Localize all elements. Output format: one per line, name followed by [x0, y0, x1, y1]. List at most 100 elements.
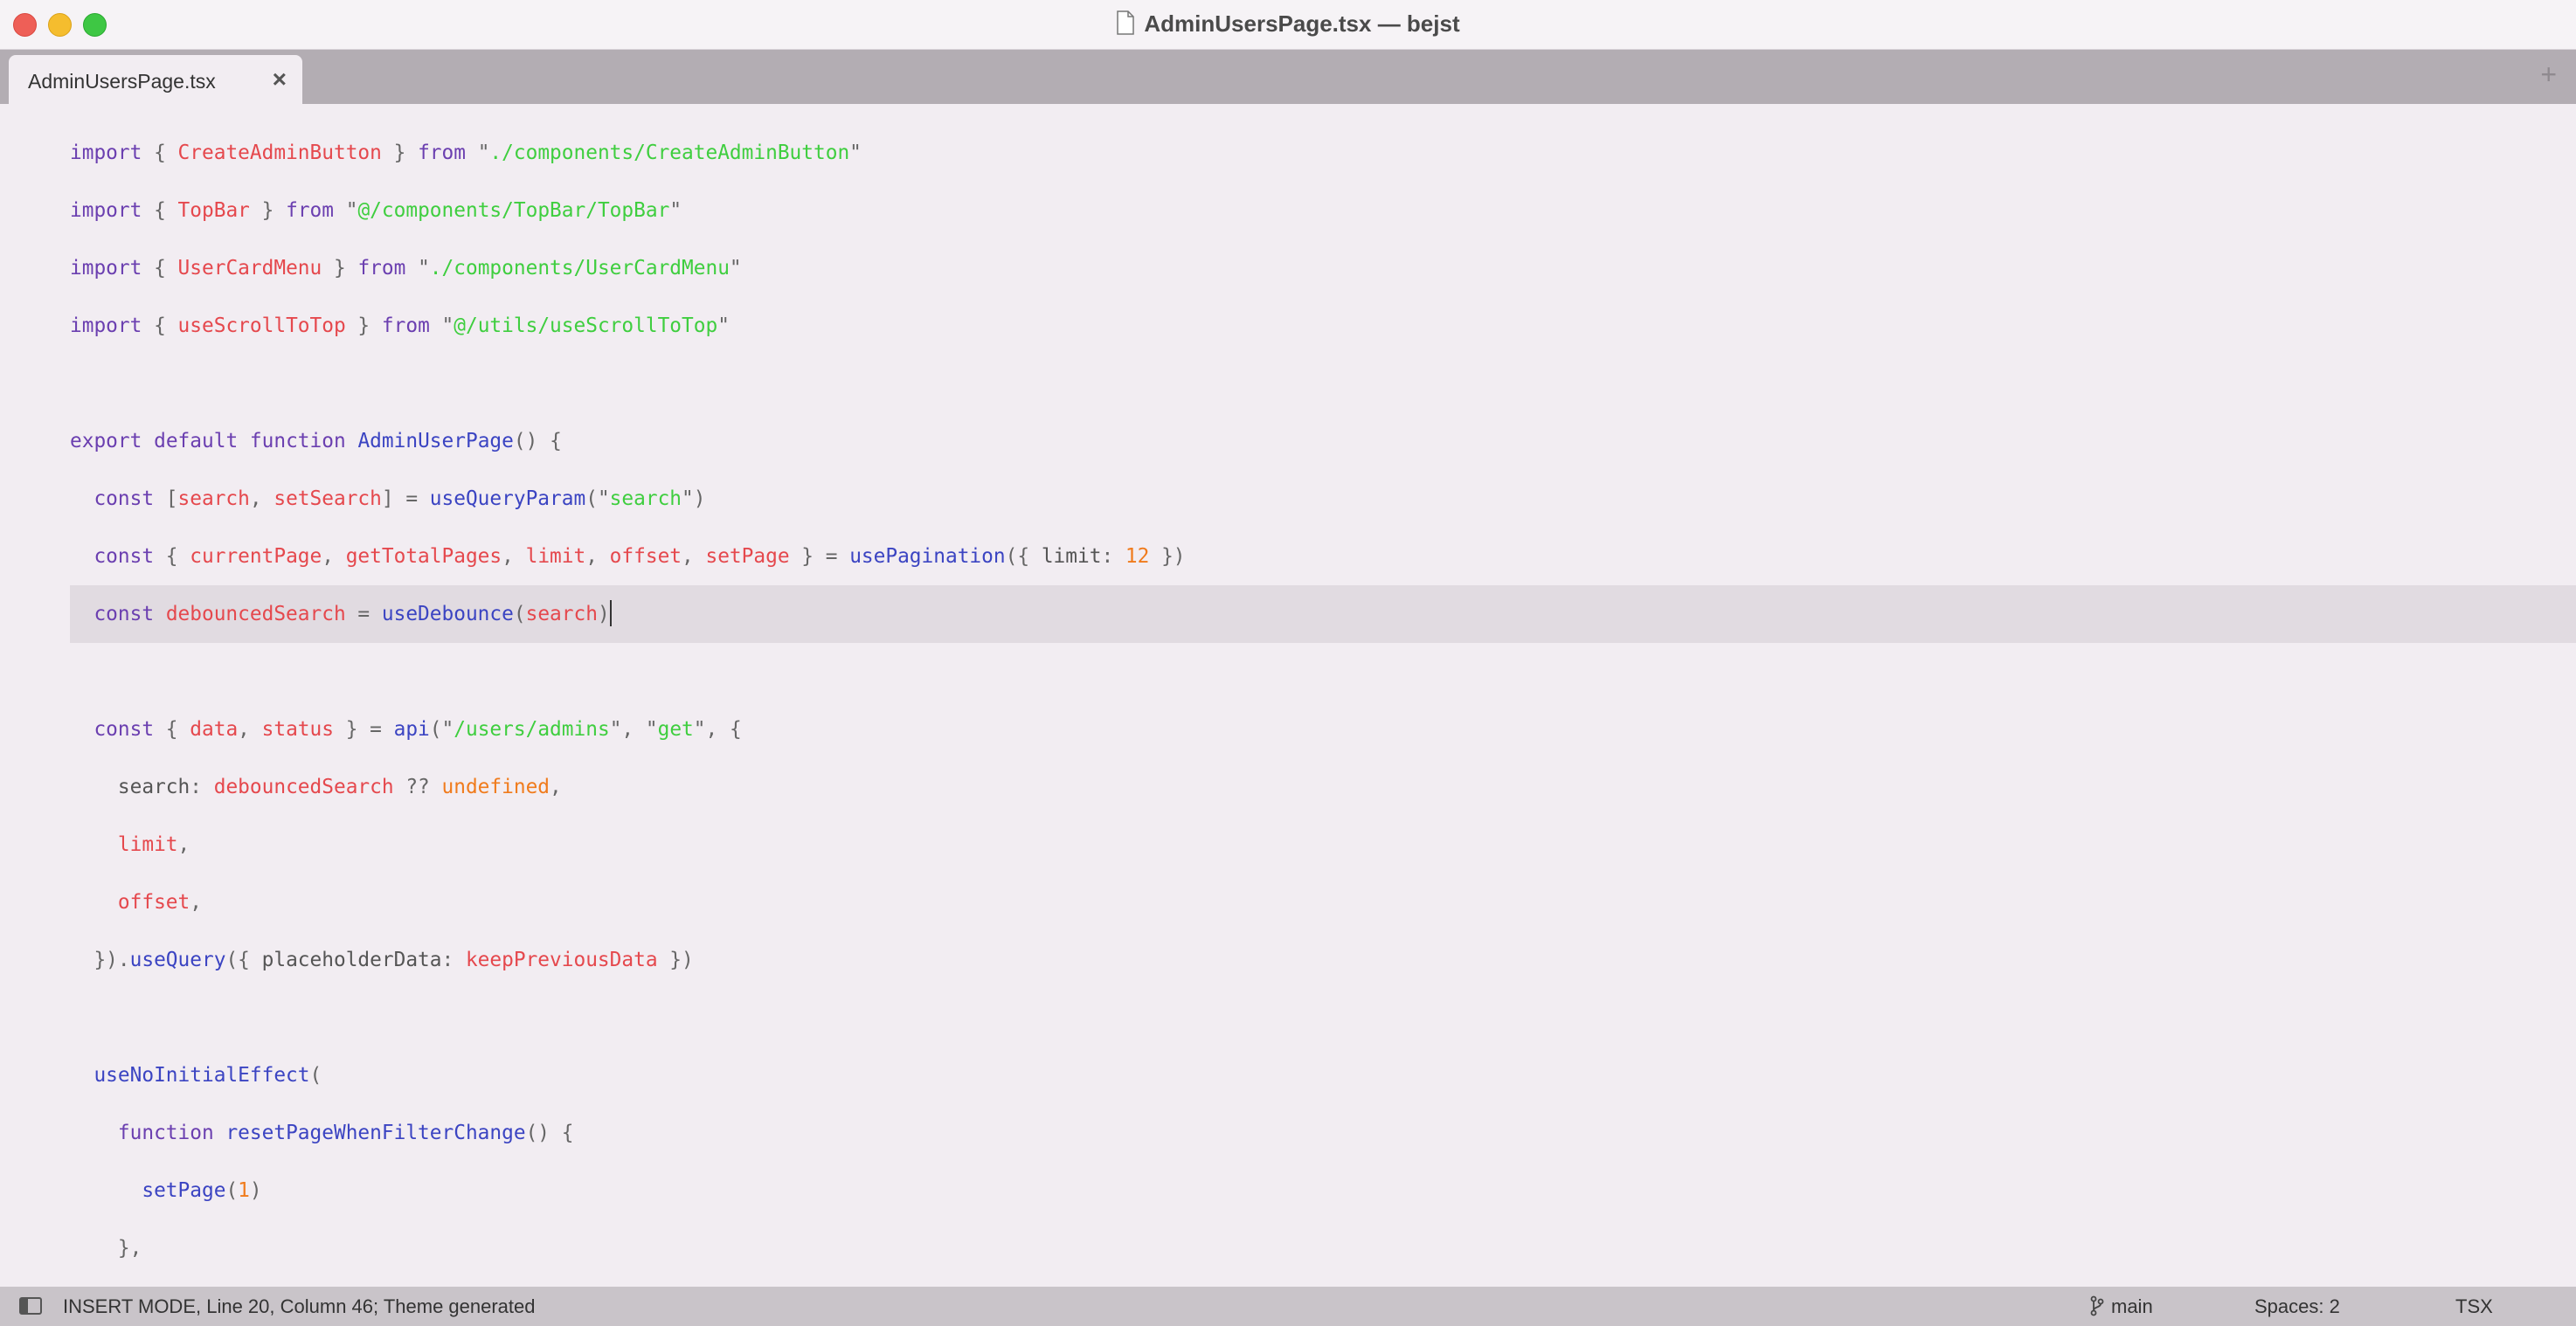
- code-token: useDebounce: [381, 603, 514, 625]
- code-token: get: [657, 718, 694, 741]
- close-tab-icon[interactable]: ×: [273, 66, 287, 93]
- code-token: import: [70, 314, 142, 337]
- code-token: debouncedSearch: [213, 776, 394, 798]
- code-line[interactable]: import { CreateAdminButton } from "./com…: [70, 124, 862, 182]
- code-token: ,: [682, 545, 706, 568]
- code-token: limit: [525, 545, 586, 568]
- branch-name: main: [2111, 1295, 2153, 1317]
- code-line[interactable]: offset,: [70, 874, 202, 931]
- tab-bar: AdminUsersPage.tsx × +: [0, 50, 2576, 104]
- code-line[interactable]: const { currentPage, getTotalPages, limi…: [70, 528, 1185, 585]
- code-line[interactable]: import { TopBar } from "@/components/Top…: [70, 182, 682, 239]
- code-token: status: [261, 718, 334, 741]
- code-token: getTotalPages: [345, 545, 502, 568]
- code-token: {: [142, 314, 178, 337]
- code-token: ({: [225, 949, 262, 971]
- code-token: offset: [117, 891, 190, 914]
- code-token: from: [418, 142, 466, 164]
- code-line[interactable]: },: [70, 1219, 142, 1277]
- code-token: ,: [550, 776, 562, 798]
- code-token: limit: [1041, 545, 1102, 568]
- code-line[interactable]: import { UserCardMenu } from "./componen…: [70, 239, 742, 297]
- code-token: =: [345, 603, 382, 625]
- sidebar-toggle-icon[interactable]: [19, 1297, 42, 1315]
- new-tab-button[interactable]: +: [2540, 59, 2557, 91]
- code-token: search: [609, 487, 682, 510]
- code-token: },: [70, 1237, 142, 1260]
- code-token: const: [93, 487, 155, 510]
- code-token: data: [190, 718, 239, 741]
- code-token: {: [142, 199, 178, 222]
- git-branch[interactable]: main: [2090, 1295, 2153, 1322]
- code-token: undefined: [441, 776, 551, 798]
- code-token: ./components/CreateAdminButton: [489, 142, 850, 164]
- code-line-current[interactable]: const debouncedSearch = useDebounce(sear…: [70, 585, 2576, 643]
- code-token: :: [1101, 545, 1125, 568]
- code-token: import: [70, 142, 142, 164]
- indentation-setting[interactable]: Spaces: 2: [2254, 1295, 2340, 1318]
- window-title-text: AdminUsersPage.tsx — bejst: [1144, 10, 1460, 37]
- code-line[interactable]: const [search, setSearch] = useQueryPara…: [70, 470, 705, 528]
- code-line[interactable]: limit,: [70, 816, 190, 874]
- code-token: ({: [1005, 545, 1042, 568]
- code-line[interactable]: function resetPageWhenFilterChange() {: [70, 1104, 574, 1162]
- code-token: ,: [190, 891, 202, 914]
- code-token: export: [70, 430, 142, 452]
- code-token: api: [393, 718, 430, 741]
- code-token: setPage: [142, 1179, 226, 1202]
- code-token: /users/admins: [454, 718, 610, 741]
- code-token: ): [249, 1179, 262, 1202]
- code-token: ,: [322, 545, 346, 568]
- code-line[interactable]: }).useQuery({ placeholderData: keepPrevi…: [70, 931, 694, 989]
- code-token: search: [117, 776, 190, 798]
- code-token: [: [154, 487, 178, 510]
- code-token: currentPage: [190, 545, 322, 568]
- code-line[interactable]: setPage(1): [70, 1162, 262, 1219]
- code-line[interactable]: search: debouncedSearch ?? undefined,: [70, 758, 562, 816]
- code-token: "): [682, 487, 706, 510]
- code-token: AdminUserPage: [357, 430, 514, 452]
- code-token: search: [177, 487, 250, 510]
- code-line[interactable]: export default function AdminUserPage() …: [70, 412, 562, 470]
- code-token: 12: [1125, 545, 1150, 568]
- code-token: ": [849, 142, 862, 164]
- code-token: ": [405, 257, 430, 280]
- tab-admin-users-page[interactable]: AdminUsersPage.tsx ×: [9, 55, 302, 104]
- code-token: ??: [393, 776, 442, 798]
- code-token: from: [286, 199, 334, 222]
- code-line[interactable]: import { useScrollToTop } from "@/utils/…: [70, 297, 730, 355]
- code-token: (": [585, 487, 610, 510]
- code-token: (": [429, 718, 454, 741]
- code-token: ): [597, 603, 610, 625]
- code-token: placeholderData: [261, 949, 442, 971]
- code-token: const: [93, 718, 155, 741]
- code-token: ": [717, 314, 730, 337]
- code-token: }: [322, 257, 358, 280]
- code-editor[interactable]: import { CreateAdminButton } from "./com…: [0, 104, 2576, 1287]
- code-token: TopBar: [177, 199, 250, 222]
- code-token: setPage: [705, 545, 790, 568]
- code-token: ", {: [693, 718, 742, 741]
- syntax-setting[interactable]: TSX: [2455, 1295, 2493, 1318]
- code-token: function: [117, 1122, 214, 1144]
- status-mode: INSERT MODE, Line 20, Column 46; Theme g…: [63, 1295, 536, 1317]
- code-token: () {: [525, 1122, 574, 1144]
- code-token: {: [142, 257, 178, 280]
- code-line[interactable]: const { data, status } = api("/users/adm…: [70, 701, 742, 758]
- code-token: }): [657, 949, 694, 971]
- code-token: :: [441, 949, 466, 971]
- code-token: ", ": [609, 718, 658, 741]
- code-token: (: [225, 1179, 239, 1202]
- code-token: }).: [70, 949, 130, 971]
- code-line[interactable]: useNoInitialEffect(: [70, 1046, 322, 1104]
- document-icon: [1116, 10, 1135, 41]
